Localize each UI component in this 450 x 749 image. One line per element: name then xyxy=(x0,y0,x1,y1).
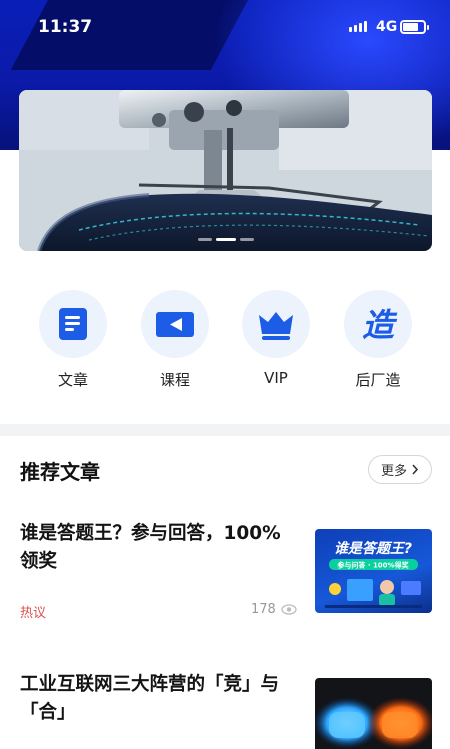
section-title: 推荐文章 xyxy=(20,460,100,484)
view-count: 178 xyxy=(251,602,276,617)
eye-icon xyxy=(281,604,297,615)
article-icon xyxy=(39,290,107,358)
fists-image xyxy=(315,697,432,749)
quiz-banner-image: 谁是答题王? 参与问答 · 100%得奖 xyxy=(325,540,422,608)
article-tag: 热议 xyxy=(20,606,47,621)
app-screen: 11:37 4G 文章 课程 VIP 造 后厂造 推荐文章 更多 谁是答题王？参… xyxy=(0,0,450,749)
quick-nav-label: 后厂造 xyxy=(355,371,401,389)
more-button[interactable]: 更多 xyxy=(368,455,432,484)
banner-carousel[interactable] xyxy=(19,90,432,251)
battery-icon xyxy=(400,20,429,34)
vip-crown-icon xyxy=(242,290,310,358)
sewing-machine-image xyxy=(19,90,432,251)
article-views: 178 xyxy=(251,602,297,617)
article-title[interactable]: 工业互联网三大阵营的「竞」与「合」 xyxy=(20,671,296,727)
carousel-indicator xyxy=(197,238,254,241)
article-thumbnail[interactable]: 谁是答题王? 参与问答 · 100%得奖 xyxy=(315,529,432,613)
thumb-subline: 参与问答 · 100%得奖 xyxy=(337,561,409,570)
zao-icon: 造 xyxy=(344,290,412,358)
zao-glyph: 造 xyxy=(362,306,398,344)
thumb-headline: 谁是答题王? xyxy=(334,540,412,557)
status-bar: 11:37 4G xyxy=(0,0,450,56)
signal-icon xyxy=(349,21,367,32)
more-label: 更多 xyxy=(380,464,407,479)
network-type: 4G xyxy=(376,19,398,35)
carousel-dot-active[interactable] xyxy=(215,238,236,241)
carousel-dot[interactable] xyxy=(197,238,212,241)
course-icon xyxy=(141,290,209,358)
quick-nav-vip[interactable]: VIP xyxy=(231,290,321,387)
quick-nav-houchangzao[interactable]: 造 后厂造 xyxy=(333,290,423,390)
status-time: 11:37 xyxy=(38,17,93,37)
chevron-right-icon xyxy=(412,464,419,475)
carousel-dot[interactable] xyxy=(239,238,254,241)
quick-nav-course[interactable]: 课程 xyxy=(130,290,220,390)
quick-nav-label: 文章 xyxy=(57,371,88,389)
quick-nav-article[interactable]: 文章 xyxy=(28,290,118,390)
quick-nav: 文章 课程 VIP 造 后厂造 xyxy=(0,290,450,400)
quick-nav-label: 课程 xyxy=(159,371,190,389)
article-thumbnail[interactable] xyxy=(315,678,432,749)
article-title[interactable]: 谁是答题王？参与回答，100%领奖 xyxy=(20,520,296,576)
quick-nav-label: VIP xyxy=(264,369,288,387)
section-divider xyxy=(0,424,450,436)
